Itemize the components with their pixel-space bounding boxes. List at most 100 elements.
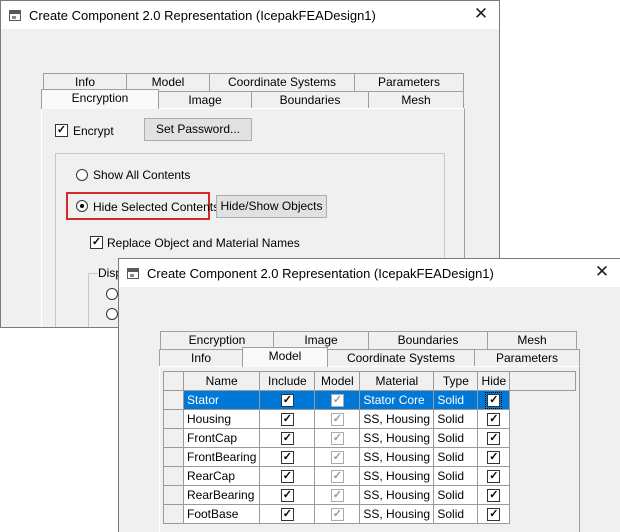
tab-boundaries[interactable]: Boundaries (251, 91, 369, 109)
display-option-radio-2[interactable] (106, 308, 118, 320)
include-cell[interactable]: ✓ (259, 485, 316, 505)
hide-cell[interactable]: ✓ (477, 466, 511, 486)
material-cell[interactable]: SS, Housing (359, 504, 435, 524)
object-name-cell[interactable]: RearBearing (182, 485, 261, 505)
hide-cell[interactable]: ✓ (477, 504, 511, 524)
hide-cell[interactable]: ✓ (477, 428, 511, 448)
display-option-radio-1[interactable] (106, 288, 118, 300)
hide-cell[interactable]: ✓ (477, 485, 511, 505)
row-header[interactable] (163, 447, 184, 467)
model-checkbox: ✓ (330, 432, 344, 446)
encrypt-checkbox[interactable]: ✓ (55, 124, 68, 137)
table-row[interactable]: RearBearing ✓ ✓ SS, Housing Solid ✓ (163, 485, 576, 505)
object-name-cell[interactable]: FootBase (182, 504, 261, 524)
table-empty-area (509, 409, 576, 429)
column-header-hide[interactable]: Hide (477, 371, 511, 391)
object-name-cell[interactable]: Housing (182, 409, 261, 429)
hide-checkbox[interactable]: ✓ (487, 413, 501, 427)
hide-checkbox[interactable]: ✓ (487, 451, 501, 465)
column-header-include[interactable]: Include (259, 371, 316, 391)
hide-selected-radio[interactable] (76, 200, 88, 212)
tab-info[interactable]: Info (159, 349, 243, 367)
set-password-button[interactable]: Set Password... (144, 118, 252, 141)
row-header[interactable] (163, 466, 184, 486)
object-name-cell[interactable]: FrontBearing (182, 447, 261, 467)
replace-names-label: Replace Object and Material Names (107, 236, 300, 250)
column-header-type[interactable]: Type (433, 371, 479, 391)
tab-coordinate-systems[interactable]: Coordinate Systems (327, 349, 475, 367)
material-cell[interactable]: SS, Housing (359, 485, 435, 505)
row-header[interactable] (163, 390, 184, 410)
hide-cell[interactable]: ✓ (477, 447, 511, 467)
hide-cell[interactable]: ✓ (477, 409, 511, 429)
tab-parameters[interactable]: Parameters (354, 73, 464, 91)
material-cell[interactable]: SS, Housing (359, 428, 435, 448)
tab-mesh[interactable]: Mesh (487, 331, 577, 349)
table-row[interactable]: RearCap ✓ ✓ SS, Housing Solid ✓ (163, 466, 576, 486)
row-header[interactable] (163, 485, 184, 505)
table-row[interactable]: Housing ✓ ✓ SS, Housing Solid ✓ (163, 409, 576, 429)
include-cell[interactable]: ✓ (259, 466, 316, 486)
back-window-title: Create Component 2.0 Representation (Ice… (29, 7, 376, 23)
column-header-material[interactable]: Material (359, 371, 435, 391)
type-cell[interactable]: Solid (433, 466, 479, 486)
tab-model[interactable]: Model (242, 347, 328, 367)
type-cell[interactable]: Solid (433, 504, 479, 524)
type-cell[interactable]: Solid (433, 390, 479, 410)
hide-show-objects-button[interactable]: Hide/Show Objects (216, 195, 327, 218)
tab-parameters[interactable]: Parameters (474, 349, 580, 367)
material-cell[interactable]: Stator Core (359, 390, 435, 410)
object-name-cell[interactable]: FrontCap (182, 428, 261, 448)
front-title-bar[interactable]: Create Component 2.0 Representation (Ice… (119, 259, 620, 287)
material-cell[interactable]: SS, Housing (359, 447, 435, 467)
tab-image[interactable]: Image (158, 91, 252, 109)
include-checkbox[interactable]: ✓ (280, 489, 294, 503)
show-all-radio[interactable] (76, 169, 88, 181)
tab-boundaries[interactable]: Boundaries (368, 331, 488, 349)
tab-encryption[interactable]: Encryption (41, 89, 159, 109)
tab-coordinate-systems[interactable]: Coordinate Systems (209, 73, 355, 91)
row-header[interactable] (163, 504, 184, 524)
include-checkbox[interactable]: ✓ (280, 413, 294, 427)
include-checkbox[interactable]: ✓ (280, 508, 294, 522)
front-dialog: Create Component 2.0 Representation (Ice… (118, 258, 620, 532)
type-cell[interactable]: Solid (433, 447, 479, 467)
hide-cell[interactable]: ✓ (477, 390, 511, 410)
type-cell[interactable]: Solid (433, 428, 479, 448)
type-cell[interactable]: Solid (433, 485, 479, 505)
back-title-bar[interactable]: Create Component 2.0 Representation (Ice… (1, 1, 499, 29)
include-cell[interactable]: ✓ (259, 447, 316, 467)
type-cell[interactable]: Solid (433, 409, 479, 429)
close-icon[interactable]: ✕ (594, 263, 610, 280)
hide-checkbox[interactable]: ✓ (487, 432, 501, 446)
include-checkbox[interactable]: ✓ (280, 470, 294, 484)
hide-checkbox[interactable]: ✓ (487, 489, 501, 503)
tab-mesh[interactable]: Mesh (368, 91, 464, 109)
column-header-name[interactable]: Name (182, 371, 261, 391)
table-row[interactable]: FootBase ✓ ✓ SS, Housing Solid ✓ (163, 504, 576, 524)
hide-checkbox[interactable]: ✓ (487, 470, 501, 484)
hide-checkbox[interactable]: ✓ (487, 508, 501, 522)
include-cell[interactable]: ✓ (259, 428, 316, 448)
include-checkbox[interactable]: ✓ (280, 432, 294, 446)
column-header-model[interactable]: Model (314, 371, 361, 391)
close-icon[interactable]: ✕ (473, 5, 489, 22)
table-row[interactable]: FrontCap ✓ ✓ SS, Housing Solid ✓ (163, 428, 576, 448)
include-cell[interactable]: ✓ (259, 504, 316, 524)
include-cell[interactable]: ✓ (259, 409, 316, 429)
table-empty-area (509, 466, 576, 486)
model-cell: ✓ (314, 428, 361, 448)
hide-checkbox[interactable]: ✓ (485, 392, 503, 410)
table-row[interactable]: FrontBearing ✓ ✓ SS, Housing Solid ✓ (163, 447, 576, 467)
object-name-cell[interactable]: RearCap (182, 466, 261, 486)
replace-names-checkbox[interactable]: ✓ (90, 236, 103, 249)
material-cell[interactable]: SS, Housing (359, 466, 435, 486)
table-row[interactable]: Stator ✓ ✓ Stator Core Solid ✓ (163, 390, 576, 410)
row-header[interactable] (163, 409, 184, 429)
include-cell[interactable]: ✓ (259, 390, 316, 410)
material-cell[interactable]: SS, Housing (359, 409, 435, 429)
include-checkbox[interactable]: ✓ (280, 394, 294, 408)
object-name-cell[interactable]: Stator (182, 390, 261, 410)
include-checkbox[interactable]: ✓ (280, 451, 294, 465)
row-header[interactable] (163, 428, 184, 448)
